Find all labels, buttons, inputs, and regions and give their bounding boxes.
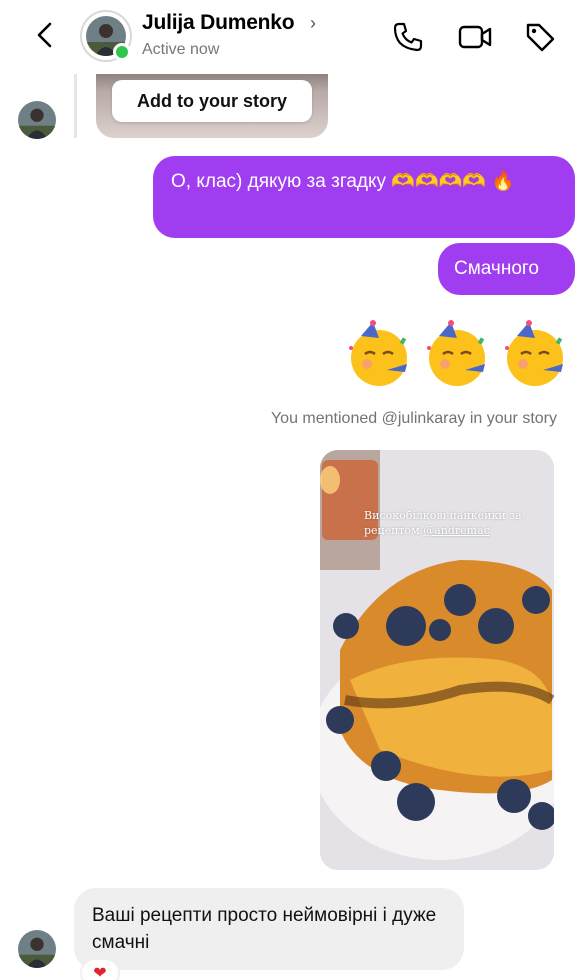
partying-face-emoji-icon xyxy=(349,320,407,386)
back-chevron-icon[interactable] xyxy=(28,18,62,52)
story-reply-line xyxy=(74,74,77,138)
story-mention-image[interactable]: Високобілкові панкейки за рецептом @andr… xyxy=(320,450,554,870)
heart-reaction-icon[interactable]: ❤ xyxy=(80,958,120,980)
contact-name[interactable]: Julija Dumenko xyxy=(142,11,295,35)
avatar xyxy=(18,930,56,968)
partying-face-emoji-icon xyxy=(427,320,485,386)
mention-notice: You mentioned @julinkaray in your story xyxy=(270,410,557,427)
tag-icon[interactable] xyxy=(520,17,560,57)
video-camera-icon[interactable] xyxy=(455,17,495,57)
chat-header: Julija Dumenko › Active now xyxy=(0,0,575,74)
emoji-message[interactable] xyxy=(343,318,571,390)
phone-icon[interactable] xyxy=(388,17,428,57)
partying-face-emoji-icon xyxy=(505,320,563,386)
outgoing-message[interactable]: О, клас) дякую за згадку 🫶🫶🫶🫶 🔥 xyxy=(153,156,575,238)
avatar xyxy=(18,101,56,139)
story-caption-tag[interactable]: @andremac xyxy=(423,524,490,537)
incoming-message[interactable]: Ваші рецепти просто неймовірні і дуже см… xyxy=(74,888,464,970)
add-to-story-button[interactable]: Add to your story xyxy=(112,80,312,122)
story-caption: Високобілкові панкейки за рецептом @andr… xyxy=(364,508,534,538)
active-status: Active now xyxy=(142,41,220,58)
online-status-dot xyxy=(113,43,131,61)
outgoing-message[interactable]: Смачного xyxy=(438,243,575,295)
chevron-right-icon[interactable]: › xyxy=(310,13,316,34)
